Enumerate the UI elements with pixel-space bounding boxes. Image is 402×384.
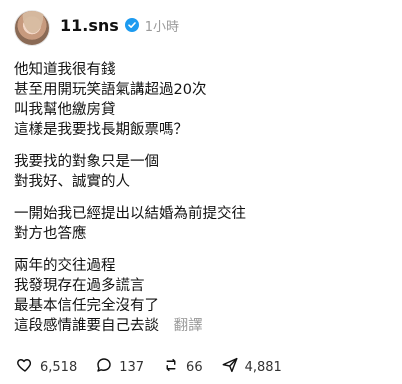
text-line: 這段感情誰要自己去談 — [14, 318, 159, 334]
repost-button[interactable]: 66 — [162, 356, 203, 378]
avatar-image — [15, 11, 51, 47]
text-line: 甚至用開玩笑語氣講超過20次 — [14, 82, 207, 98]
heart-icon — [16, 356, 34, 378]
like-count: 6,518 — [40, 359, 78, 375]
text-line: 兩年的交往過程 — [14, 258, 116, 274]
paragraph-1: 他知道我很有錢 甚至用開玩笑語氣講超過20次 叫我幫他繳房貸 這樣是我要找長期飯… — [14, 60, 384, 140]
verified-badge-icon — [124, 18, 139, 32]
send-icon — [221, 356, 239, 378]
text-line: 叫我幫他繳房貸 — [14, 102, 116, 118]
text-line: 這樣是我要找長期飯票嗎？ — [14, 122, 188, 138]
repost-icon — [162, 356, 180, 378]
share-count: 4,881 — [244, 359, 282, 375]
text-line: 最基本信任完全沒有了 — [14, 298, 159, 314]
post-content: 他知道我很有錢 甚至用開玩笑語氣講超過20次 叫我幫他繳房貸 這樣是我要找長期飯… — [14, 60, 384, 348]
text-line: 他知道我很有錢 — [14, 62, 116, 78]
paragraph-2: 我要找的對象只是一個 對我好、誠實的人 — [14, 152, 384, 192]
username[interactable]: 11.sns — [60, 16, 119, 35]
text-line: 對方也答應 — [14, 226, 87, 242]
paragraph-4: 兩年的交往過程 我發現存在過多謊言 最基本信任完全沒有了 這段感情誰要自己去談 … — [14, 256, 384, 336]
post-header: 11.sns 1小時 — [60, 14, 179, 36]
text-line: 我發現存在過多謊言 — [14, 278, 145, 294]
comment-count: 137 — [119, 359, 145, 375]
text-line: 對我好、誠實的人 — [14, 174, 130, 190]
repost-count: 66 — [186, 359, 203, 375]
paragraph-3: 一開始我已經提出以結婚為前提交往 對方也答應 — [14, 204, 384, 244]
comment-button[interactable]: 137 — [95, 356, 144, 378]
share-button[interactable]: 4,881 — [221, 356, 282, 378]
post-time: 1小時 — [144, 19, 180, 35]
post-actions: 6,518 137 66 4,881 — [16, 356, 282, 378]
avatar[interactable] — [14, 10, 51, 47]
translate-button[interactable]: 翻譯 — [174, 318, 203, 334]
text-line-with-translate: 這段感情誰要自己去談 翻譯 — [14, 316, 384, 336]
comment-icon — [95, 356, 113, 378]
like-button[interactable]: 6,518 — [16, 356, 77, 378]
text-line: 一開始我已經提出以結婚為前提交往 — [14, 206, 246, 222]
text-line: 我要找的對象只是一個 — [14, 154, 159, 170]
